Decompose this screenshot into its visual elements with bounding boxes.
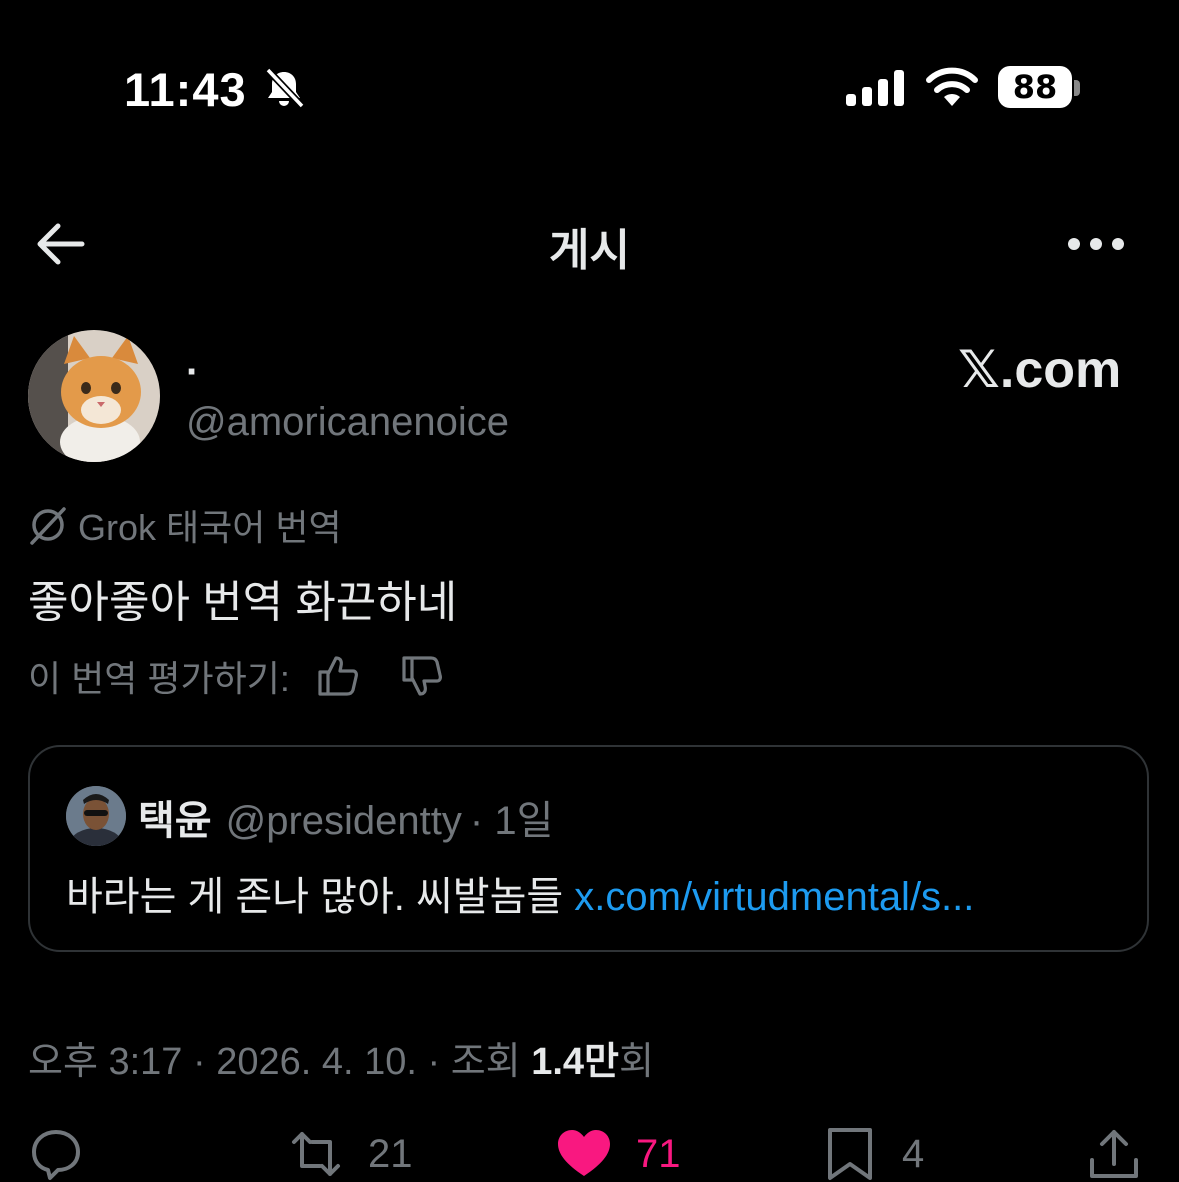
bookmark-button[interactable]: 4 (822, 1126, 924, 1182)
share-icon (1090, 1130, 1138, 1178)
quoted-time: · 1일 (469, 799, 554, 843)
page-title: 게시 (549, 226, 630, 275)
grok-icon (30, 507, 66, 545)
quoted-avatar-image (66, 786, 126, 846)
cat-avatar-image (28, 330, 160, 462)
retweet-button[interactable]: 21 (288, 1126, 413, 1182)
rate-translation-row: 이 번역 평가하기: (28, 648, 444, 704)
display-name[interactable]: · (186, 350, 199, 395)
thumbs-down-icon[interactable] (400, 654, 444, 698)
quoted-avatar (66, 786, 126, 846)
wifi-icon (926, 67, 978, 106)
post-text: 좋아좋아 번역 화끈하네 (28, 578, 458, 627)
like-button[interactable]: 71 (556, 1126, 681, 1182)
quoted-name: 택윤 (138, 799, 212, 843)
quoted-link[interactable]: x.com/virtudmental/s... (574, 875, 974, 919)
brand-watermark: 𝕏.com (958, 341, 1122, 399)
quoted-header: 택윤 @presidentty · 1일 (138, 788, 553, 846)
thumbs-up-icon[interactable] (316, 654, 360, 698)
like-count: 71 (636, 1131, 681, 1176)
signal-icon (846, 70, 904, 106)
more-icon[interactable] (1064, 226, 1128, 262)
bookmark-count: 4 (902, 1131, 925, 1176)
battery-icon: 88 (998, 66, 1082, 110)
retweet-icon (292, 1132, 340, 1176)
user-handle[interactable]: @amoricanenoice (186, 400, 509, 445)
rate-label: 이 번역 평가하기: (28, 658, 290, 699)
quoted-text: 바라는 게 존나 많아. 씨발놈들 (66, 875, 575, 919)
retweet-count: 21 (368, 1131, 413, 1176)
view-suffix: 회 (618, 1041, 654, 1083)
view-count: 1.4만 (531, 1041, 619, 1083)
reply-button[interactable] (28, 1126, 84, 1182)
bell-slash-icon (265, 67, 305, 109)
battery-level: 88 (1012, 68, 1058, 106)
share-button[interactable] (1086, 1126, 1142, 1182)
status-time: 11:43 (124, 63, 247, 116)
bookmark-icon (828, 1128, 872, 1180)
heart-filled-icon (558, 1130, 610, 1176)
translation-label-row: Grok 태국어 번역 (28, 500, 342, 550)
reply-icon (32, 1130, 80, 1180)
post-meta: 오후 3:17 · 2026. 4. 10. · 조회 1.4만회 (28, 1030, 654, 1085)
translation-label: Grok 태국어 번역 (78, 507, 342, 548)
quoted-text-row: 바라는 게 존나 많아. 씨발놈들 x.com/virtudmental/s..… (66, 864, 974, 922)
quoted-handle: @presidentty (225, 799, 462, 843)
post-datetime: 오후 3:17 · 2026. 4. 10. · 조회 (28, 1041, 532, 1083)
avatar[interactable] (28, 330, 160, 462)
